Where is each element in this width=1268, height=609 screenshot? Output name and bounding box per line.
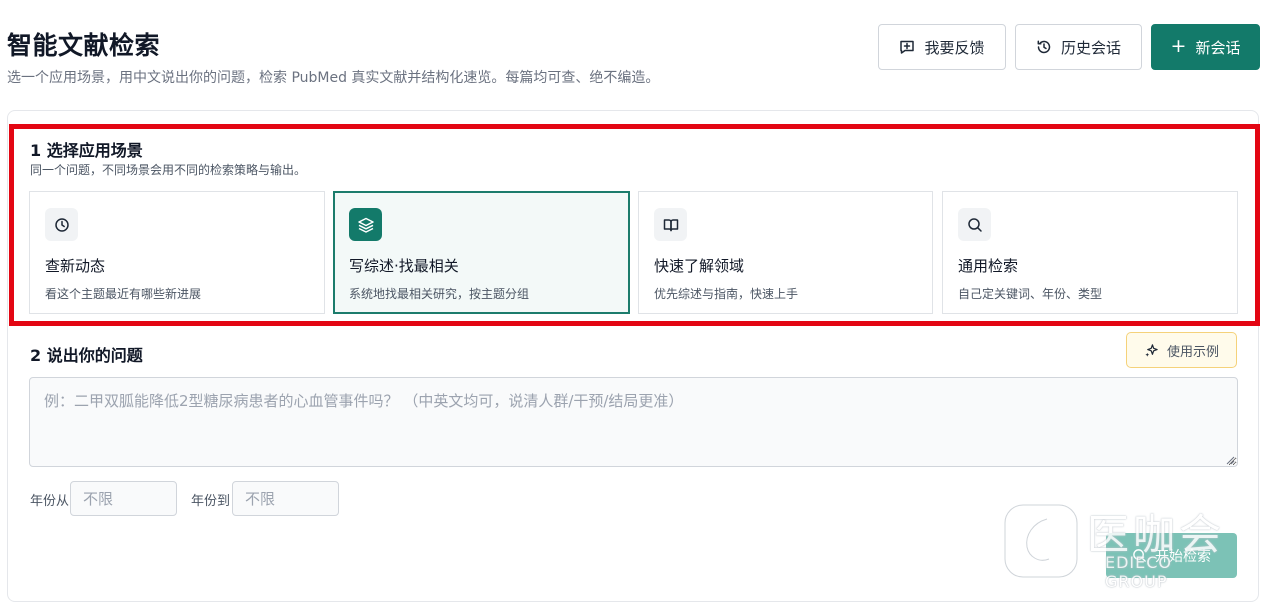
scenario-card-general[interactable]: 通用检索 自己定关键词、年份、类型 — [942, 191, 1238, 314]
use-example-button-label: 使用示例 — [1166, 344, 1219, 360]
history-icon — [1036, 39, 1052, 55]
plus-icon: + — [1170, 34, 1187, 57]
history-button[interactable]: 历史会话 — [1015, 24, 1142, 70]
feedback-button-label: 我要反馈 — [924, 38, 985, 57]
year-to-label: 年份到 — [191, 494, 231, 509]
scenario-card-title: 快速了解领域 — [654, 257, 745, 275]
clock-icon — [45, 208, 78, 241]
new-session-button[interactable]: + 新会话 — [1151, 24, 1260, 70]
search-icon — [1132, 548, 1147, 563]
feedback-icon — [899, 39, 915, 55]
scenario-card-overview[interactable]: 快速了解领域 优先综述与指南，快速上手 — [638, 191, 933, 314]
year-from-input[interactable] — [70, 481, 177, 516]
scenario-card-desc: 优先综述与指南，快速上手 — [654, 287, 799, 301]
year-to-input[interactable] — [232, 481, 339, 516]
feedback-button[interactable]: 我要反馈 — [878, 24, 1006, 70]
book-open-icon — [654, 208, 687, 241]
year-from-label: 年份从 — [30, 494, 70, 509]
page-subtitle: 选一个应用场景，用中文说出你的问题，检索 PubMed 真实文献并结构化速览。每… — [7, 70, 660, 86]
scenario-card-title: 查新动态 — [45, 257, 106, 275]
use-example-button[interactable]: 使用示例 — [1126, 332, 1237, 368]
section-question-title: 2 说出你的问题 — [30, 346, 143, 365]
start-search-button-label: 开始检索 — [1155, 548, 1211, 565]
scenario-card-review[interactable]: 写综述·找最相关 系统地找最相关研究，按主题分组 — [333, 191, 630, 314]
scenario-card-desc: 看这个主题最近有哪些新进展 — [45, 287, 202, 301]
section-scenario-subtitle: 同一个问题，不同场景会用不同的检索策略与输出。 — [30, 163, 307, 177]
scenario-card-title: 通用检索 — [958, 257, 1019, 275]
layers-icon — [349, 208, 382, 241]
scenario-card-latest[interactable]: 查新动态 看这个主题最近有哪些新进展 — [29, 191, 325, 314]
main-panel — [7, 110, 1259, 602]
question-input[interactable] — [29, 377, 1238, 467]
search-icon — [958, 208, 991, 241]
section-scenario-title: 1 选择应用场景 — [30, 141, 143, 160]
scenario-card-title: 写综述·找最相关 — [349, 257, 459, 275]
new-session-button-label: 新会话 — [1195, 38, 1241, 57]
header: 智能文献检索 选一个应用场景，用中文说出你的问题，检索 PubMed 真实文献并… — [0, 0, 1268, 110]
start-search-button[interactable]: 开始检索 — [1106, 533, 1237, 578]
page-title: 智能文献检索 — [7, 31, 161, 60]
scenario-card-desc: 自己定关键词、年份、类型 — [958, 287, 1103, 301]
scenario-card-desc: 系统地找最相关研究，按主题分组 — [349, 287, 530, 301]
sparkle-icon — [1144, 343, 1159, 358]
history-button-label: 历史会话 — [1060, 38, 1121, 57]
